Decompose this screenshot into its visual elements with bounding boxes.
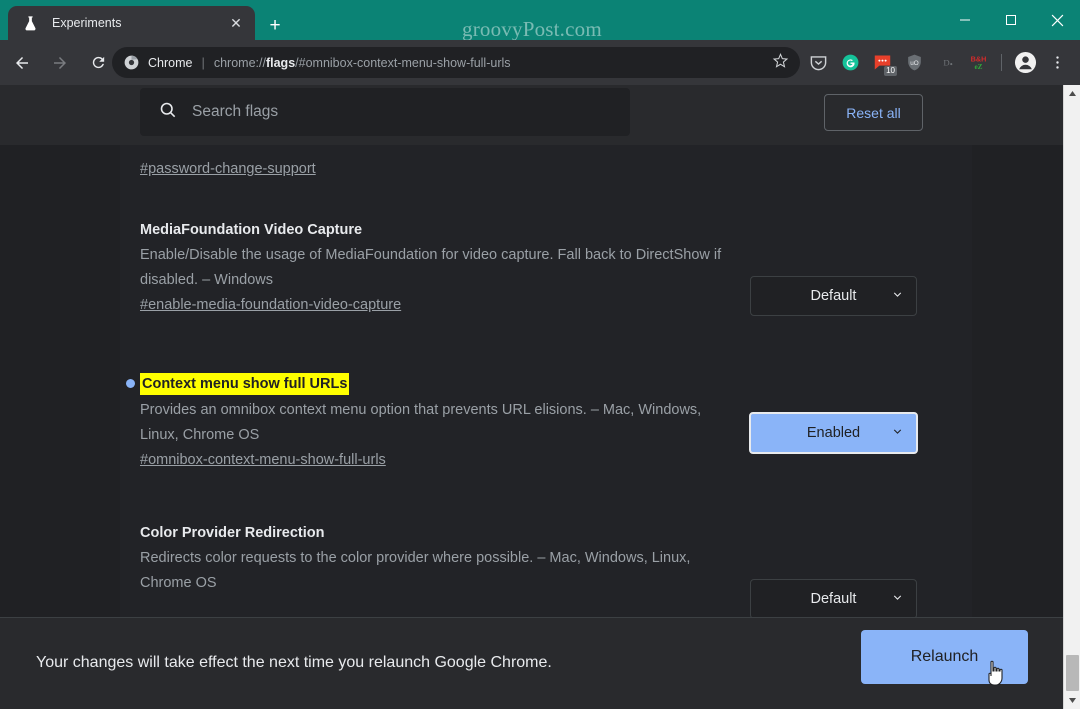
- scrollbar-thumb[interactable]: [1066, 655, 1079, 691]
- flag-entry-media-foundation: MediaFoundation Video Capture Enable/Dis…: [140, 220, 940, 316]
- omnibox-url: chrome://flags/#omnibox-context-menu-sho…: [214, 56, 772, 70]
- svg-text:D: D: [943, 58, 949, 68]
- chrome-logo-icon: [124, 55, 139, 70]
- flag-select-value: Enabled: [806, 425, 861, 441]
- flag-entry-omnibox-context-menu-show-full-urls: Context menu show full URLs Provides an …: [126, 373, 940, 469]
- extension-strip: 10 uO D B&H eZ: [802, 40, 1073, 85]
- flag-modified-dot-icon: [126, 379, 135, 388]
- omnibox-site-label: Chrome: [148, 55, 193, 70]
- chevron-down-icon: [891, 288, 904, 305]
- search-icon: [158, 100, 178, 125]
- flag-description: Provides an omnibox context menu option …: [140, 402, 702, 443]
- browser-tab[interactable]: Experiments ✕: [8, 6, 255, 46]
- grammarly-icon[interactable]: [834, 40, 866, 85]
- window-controls: [942, 0, 1080, 40]
- ublock-origin-icon[interactable]: uO: [898, 40, 930, 85]
- notification-badge: 10: [884, 66, 897, 76]
- back-icon[interactable]: [6, 47, 38, 79]
- flag-text-block: Context menu show full URLs Provides an …: [126, 373, 740, 469]
- flag-entry-password-change-support: #password-change-support: [140, 157, 940, 178]
- flag-select[interactable]: Default: [750, 579, 917, 619]
- relaunch-button-label: Relaunch: [910, 648, 979, 665]
- flag-select[interactable]: Enabled: [749, 412, 918, 454]
- flag-title: Color Provider Redirection: [140, 525, 325, 541]
- omnibox[interactable]: Chrome | chrome://flags/#omnibox-context…: [112, 47, 800, 78]
- flask-icon: [22, 15, 39, 32]
- maximize-icon[interactable]: [988, 0, 1034, 40]
- flag-title-wrap: Color Provider Redirection: [140, 523, 740, 543]
- bookmark-star-icon[interactable]: [772, 52, 790, 74]
- flag-title-wrap: MediaFoundation Video Capture: [140, 220, 740, 240]
- toolbar-divider: [1001, 54, 1002, 71]
- bh-photo-icon[interactable]: B&H eZ: [962, 40, 994, 85]
- flag-link[interactable]: #password-change-support: [140, 161, 316, 177]
- flag-description: Redirects color requests to the color pr…: [140, 550, 691, 591]
- flag-title: MediaFoundation Video Capture: [140, 222, 363, 238]
- pocket-icon[interactable]: [802, 40, 834, 85]
- title-bar: groovyPost.com Experiments ✕ +: [0, 0, 1080, 46]
- watermark: groovyPost.com: [462, 17, 602, 41]
- profile-avatar-icon[interactable]: [1009, 40, 1041, 85]
- flag-title: Context menu show full URLs: [140, 373, 350, 395]
- flags-page: Search flags Reset all #password-change-…: [0, 85, 1063, 709]
- vertical-scrollbar[interactable]: [1063, 85, 1080, 709]
- tab-title: Experiments: [52, 16, 122, 30]
- omnibox-url-bold: flags: [265, 55, 296, 70]
- flag-link[interactable]: #enable-media-foundation-video-capture: [140, 297, 401, 313]
- close-icon[interactable]: ✕: [225, 12, 247, 34]
- flags-header: Search flags Reset all: [0, 85, 1063, 145]
- scroll-down-icon[interactable]: [1064, 692, 1080, 709]
- omnibox-url-prefix: chrome://: [213, 55, 266, 70]
- notifications-icon[interactable]: 10: [866, 40, 898, 85]
- reset-all-button[interactable]: Reset all: [824, 94, 923, 131]
- search-placeholder: Search flags: [192, 103, 279, 120]
- svg-text:eZ: eZ: [974, 63, 982, 71]
- mouse-cursor-pointer: [985, 660, 1007, 688]
- omnibox-separator: |: [201, 55, 205, 70]
- flag-description: Enable/Disable the usage of MediaFoundat…: [140, 247, 722, 288]
- chrome-menu-icon[interactable]: [1041, 40, 1073, 85]
- minimize-icon[interactable]: [942, 0, 988, 40]
- flag-select[interactable]: Default: [750, 276, 917, 316]
- flag-link[interactable]: #omnibox-context-menu-show-full-urls: [140, 452, 386, 468]
- browser-toolbar: Chrome | chrome://flags/#omnibox-context…: [0, 40, 1080, 85]
- flag-text-block: MediaFoundation Video Capture Enable/Dis…: [140, 220, 740, 314]
- svg-text:uO: uO: [910, 60, 919, 67]
- chevron-down-icon: [891, 591, 904, 608]
- flag-entry-color-provider-redirection: Color Provider Redirection Redirects col…: [140, 523, 940, 619]
- chevron-down-icon: [891, 425, 904, 442]
- new-tab-button[interactable]: +: [262, 12, 288, 38]
- scroll-up-icon[interactable]: [1064, 85, 1080, 102]
- relaunch-message: Your changes will take effect the next t…: [36, 654, 552, 671]
- flag-title-wrap: Context menu show full URLs: [126, 373, 740, 395]
- reload-icon[interactable]: [82, 47, 114, 79]
- flag-text-block: Color Provider Redirection Redirects col…: [140, 523, 740, 596]
- flag-select-value: Default: [810, 591, 857, 607]
- forward-icon[interactable]: [44, 47, 76, 79]
- dashlane-icon[interactable]: D: [930, 40, 962, 85]
- browser-window: groovyPost.com Experiments ✕ + Chrome | …: [0, 0, 1080, 709]
- close-window-icon[interactable]: [1034, 0, 1080, 40]
- search-input[interactable]: Search flags: [140, 88, 630, 136]
- flag-select-value: Default: [810, 288, 857, 304]
- omnibox-url-suffix: /#omnibox-context-menu-show-full-urls: [295, 55, 511, 70]
